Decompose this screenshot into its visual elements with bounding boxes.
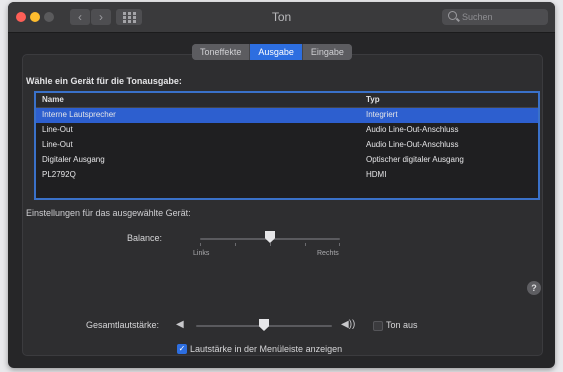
mute-checkbox[interactable] [373,321,383,331]
table-row[interactable]: Line-Out Audio Line-Out-Anschluss [36,123,538,138]
checkmark-icon: ✓ [178,344,186,353]
balance-right-label: Rechts [317,250,339,257]
device-type: Optischer digitaler Ausgang [366,155,464,164]
output-device-table[interactable]: Name Typ Interne Lautsprecher Integriert… [34,91,540,200]
device-name: PL2792Q [42,170,76,179]
tab-bar: Toneffekte Ausgabe Eingabe [192,44,352,60]
table-row[interactable]: Digitaler Ausgang Optischer digitaler Au… [36,153,538,168]
balance-label: Balance: [127,233,163,243]
title-bar: ‹ › Ton [8,2,555,33]
show-volume-in-menubar-checkbox[interactable]: ✓ [177,344,187,354]
column-header-type[interactable]: Typ [366,95,380,104]
table-row[interactable]: Interne Lautsprecher Integriert [36,108,538,123]
help-button[interactable]: ? [527,281,541,295]
search-icon [448,11,457,20]
table-row[interactable]: Line-Out Audio Line-Out-Anschluss [36,138,538,153]
search-field[interactable] [442,9,548,25]
output-volume-label: Gesamtlautstärke: [86,320,160,330]
device-name: Line-Out [42,125,73,134]
show-volume-in-menubar-label[interactable]: Lautstärke in der Menüleiste anzeigen [190,344,342,354]
table-header: Name Typ [36,93,538,108]
device-settings-label: Einstellungen für das ausgewählte Gerät: [26,208,191,218]
speaker-high-icon: ◀)) [341,319,356,330]
device-type: Integriert [366,110,398,119]
balance-left-label: Links [193,250,210,257]
output-heading: Wähle ein Gerät für die Tonausgabe: [26,76,182,86]
device-name: Digitaler Ausgang [42,155,105,164]
speaker-low-icon: ◀ [176,319,184,330]
search-input[interactable] [462,10,542,24]
device-type: Audio Line-Out-Anschluss [366,125,459,134]
mute-label[interactable]: Ton aus [386,320,418,330]
device-name: Interne Lautsprecher [42,110,116,119]
tab-input[interactable]: Eingabe [302,44,352,60]
table-row[interactable]: PL2792Q HDMI [36,168,538,183]
help-icon: ? [531,283,537,293]
column-header-name[interactable]: Name [42,95,64,104]
tab-output[interactable]: Ausgabe [250,44,303,60]
device-type: Audio Line-Out-Anschluss [366,140,459,149]
device-type: HDMI [366,170,387,179]
device-name: Line-Out [42,140,73,149]
tab-sound-effects[interactable]: Toneffekte [192,44,251,60]
